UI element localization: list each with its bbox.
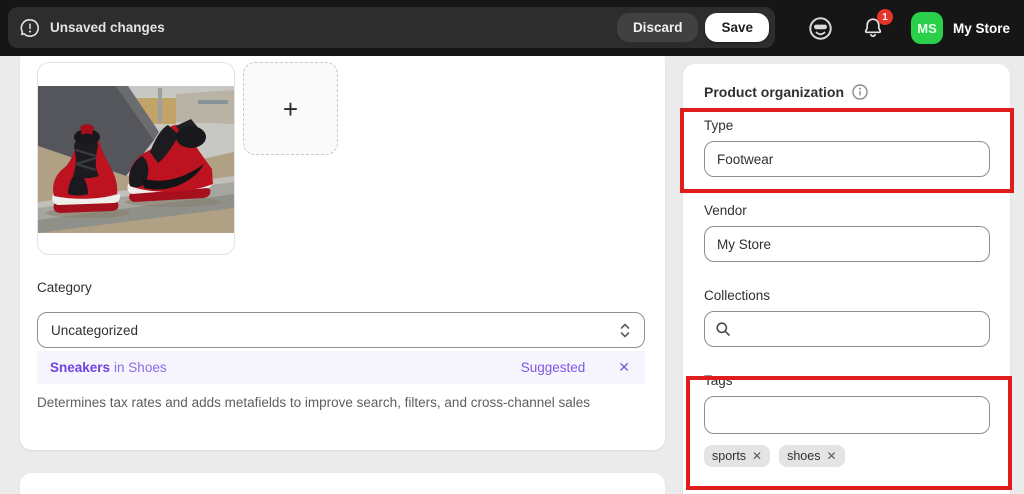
tag-pill: shoes ✕ [779,445,845,467]
vendor-label: Vendor [704,203,747,218]
tag-remove-icon[interactable]: ✕ [826,449,836,463]
save-button[interactable]: Save [705,13,769,42]
media-thumbnail[interactable] [37,62,235,255]
alert-circle-icon [20,18,39,37]
top-bar: Unsaved changes Discard Save 1 MS My Sto… [0,0,1024,56]
sidekick-icon[interactable] [807,15,834,42]
collections-search-input[interactable] [704,311,990,347]
suggestion-close-icon[interactable]: ✕ [618,359,630,376]
type-input[interactable] [704,141,990,177]
notification-badge: 1 [876,9,893,25]
shopify-product-page: + Category Uncategorized Sneakers in Sho… [0,0,1024,494]
product-card: + Category Uncategorized Sneakers in Sho… [20,48,665,450]
suggestion-context: in Shoes [114,360,167,375]
sneakers-photo [38,86,234,233]
add-media-button[interactable]: + [243,62,338,155]
product-organization-card: Product organization Type Vendor Collect… [683,64,1010,494]
discard-button[interactable]: Discard [616,13,699,42]
next-section-card [20,473,665,494]
suggestion-category-link[interactable]: Sneakers [50,360,110,375]
product-organization-title: Product organization [704,84,844,100]
type-label: Type [704,118,734,133]
unsaved-changes-label: Unsaved changes [50,20,165,35]
vendor-input[interactable] [704,226,990,262]
avatar[interactable]: MS [910,12,943,44]
tag-remove-icon[interactable]: ✕ [752,449,762,463]
tags-input[interactable] [704,396,990,434]
suggested-badge: Suggested [520,360,586,375]
category-label: Category [37,280,92,295]
search-icon [716,322,730,336]
collections-label: Collections [704,288,771,303]
category-suggestion-row: Sneakers in Shoes Suggested ✕ [37,351,645,384]
store-name[interactable]: My Store [953,21,1010,36]
category-select-value: Uncategorized [51,322,139,338]
tag-pill-row: sports ✕ shoes ✕ [704,445,990,467]
info-icon[interactable] [852,84,868,100]
chevron-up-down-icon [620,323,630,337]
category-help-text: Determines tax rates and adds metafields… [37,395,591,410]
notifications-button[interactable]: 1 [861,9,893,40]
tag-pill-label: shoes [787,449,821,463]
unsaved-changes-bar: Unsaved changes Discard Save [8,7,775,48]
category-select[interactable]: Uncategorized [37,312,645,348]
plus-icon: + [282,93,299,124]
tag-pill-label: sports [712,449,747,463]
tags-label: Tags [704,373,733,388]
tag-pill: sports ✕ [704,445,771,467]
